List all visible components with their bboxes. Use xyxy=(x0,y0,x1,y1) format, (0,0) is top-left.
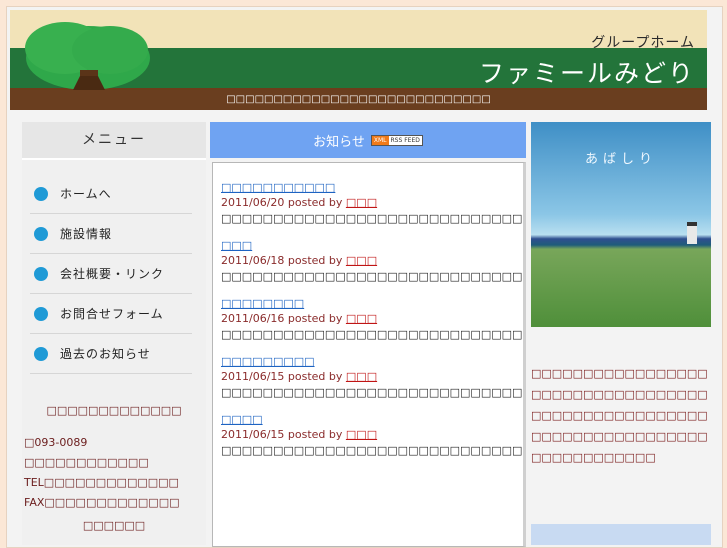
rss-feed-button[interactable]: XML RSS FEED xyxy=(370,134,423,146)
photo-description: □□□□□□□□□□□□□□□□□□□□□□□□□□□□□□□□□□□□□□□□… xyxy=(531,367,708,464)
news-posted: posted by xyxy=(287,196,343,209)
address-bottom: □□□□□□ xyxy=(82,519,146,532)
bullet-icon xyxy=(34,346,48,361)
news-meta: 2011/06/20 posted by □□□ xyxy=(221,196,515,209)
news-date: 2011/06/15 xyxy=(221,428,285,441)
rss-xml-label: XML xyxy=(371,135,389,145)
menu-item-label[interactable]: ホームへ xyxy=(60,185,112,202)
news-posted: posted by xyxy=(287,254,343,267)
news-author-link[interactable]: □□□ xyxy=(346,196,377,209)
news-title-link[interactable]: □□□□□□□□□ xyxy=(221,355,515,368)
menu-item-facility[interactable]: 施設情報 xyxy=(30,214,192,254)
menu-item-label[interactable]: お問合せフォーム xyxy=(60,305,164,322)
photo-caption: あばしり xyxy=(584,152,657,167)
address-postal: □093-0089 xyxy=(24,436,88,449)
news-list: □□□□□□□□□□□ 2011/06/20 posted by □□□ □□□… xyxy=(212,162,526,547)
address-title: □□□□□□□□□□□□□ xyxy=(46,404,182,417)
news-date: 2011/06/15 xyxy=(221,370,285,383)
site-header: グループホーム ファミールみどり xyxy=(10,10,707,90)
address-line: □□□□□□□□□□□□ xyxy=(24,456,149,469)
photo-bottom-panel xyxy=(531,524,711,545)
site-title: ファミールみどり xyxy=(478,59,695,88)
menu-heading: メニュー xyxy=(22,122,206,160)
menu-item-label[interactable]: 施設情報 xyxy=(60,225,112,242)
news-excerpt: □□□□□□□□□□□□□□□□□□□□□□□□□□□□□□□□□□□□□□□□… xyxy=(221,270,523,283)
news-posted: posted by xyxy=(287,428,343,441)
news-title-link[interactable]: □□□ xyxy=(221,239,515,252)
header-tagline: □□□□□□□□□□□□□□□□□□□□□□□□□□□□ xyxy=(10,90,707,110)
news-author-link[interactable]: □□□ xyxy=(346,370,377,383)
address-tel: TEL□□□□□□□□□□□□□ xyxy=(24,476,179,489)
menu-list: ホームへ 施設情報 会社概要・リンク お問合せフォーム 過去のお知らせ xyxy=(22,174,206,374)
news-item: □□□□□□□□□ 2011/06/15 posted by □□□ □□□□□… xyxy=(221,355,523,401)
news-author-link[interactable]: □□□ xyxy=(346,254,377,267)
news-date: 2011/06/20 xyxy=(221,196,285,209)
photo-column: あばしり □□□□□□□□□□□□□□□□□□□□□□□□□□□□□□□□□□□… xyxy=(531,122,711,545)
address-block: □093-0089 □□□□□□□□□□□□ TEL□□□□□□□□□□□□□ … xyxy=(22,433,206,513)
news-meta: 2011/06/18 posted by □□□ xyxy=(221,254,515,267)
bullet-icon xyxy=(34,266,48,281)
bullet-icon xyxy=(34,186,48,201)
news-excerpt: □□□□□□□□□□□□□□□□□□□□□□□□□□□□□□□□□□□ xyxy=(221,386,523,399)
news-meta: 2011/06/15 posted by □□□ xyxy=(221,370,515,383)
menu-item-contact[interactable]: お問合せフォーム xyxy=(30,294,192,334)
tree-logo-icon xyxy=(25,22,150,90)
news-item: □□□ 2011/06/18 posted by □□□ □□□□□□□□□□□… xyxy=(221,239,523,285)
news-header: お知らせ XML RSS FEED xyxy=(210,122,526,158)
menu-item-label[interactable]: 過去のお知らせ xyxy=(60,345,151,362)
news-title-link[interactable]: □□□□□□□□□□□ xyxy=(221,181,515,194)
news-heading: お知らせ xyxy=(313,134,365,150)
header-subtitle: グループホーム xyxy=(591,35,695,51)
menu-item-company[interactable]: 会社概要・リンク xyxy=(30,254,192,294)
news-posted: posted by xyxy=(287,370,343,383)
news-excerpt: □□□□□□□□□□□□□□□□□□□□□□□□□□□□□□□□□□□□□□□□… xyxy=(221,444,523,457)
bullet-icon xyxy=(34,226,48,241)
news-item: □□□□□□□□□□□ 2011/06/20 posted by □□□ □□□… xyxy=(221,181,523,227)
news-meta: 2011/06/16 posted by □□□ xyxy=(221,312,515,325)
news-meta: 2011/06/15 posted by □□□ xyxy=(221,428,515,441)
news-author-link[interactable]: □□□ xyxy=(346,312,377,325)
news-author-link[interactable]: □□□ xyxy=(346,428,377,441)
news-title-link[interactable]: □□□□ xyxy=(221,413,515,426)
address-fax: FAX□□□□□□□□□□□□□ xyxy=(24,496,180,509)
news-posted: posted by xyxy=(287,312,343,325)
menu-item-home[interactable]: ホームへ xyxy=(30,174,192,214)
menu-item-past-news[interactable]: 過去のお知らせ xyxy=(30,334,192,374)
lighthouse-icon xyxy=(687,222,697,244)
news-date: 2011/06/18 xyxy=(221,254,285,267)
news-column: お知らせ XML RSS FEED □□□□□□□□□□□ 2011/06/20… xyxy=(210,122,526,547)
news-excerpt: □□□□□□□□□□□□□□□□□□□□□□□□□□□□□□□□□□□□□□□□… xyxy=(221,328,523,341)
bullet-icon xyxy=(34,306,48,321)
menu-item-label[interactable]: 会社概要・リンク xyxy=(60,265,164,282)
news-date: 2011/06/16 xyxy=(221,312,285,325)
abashiri-photo: あばしり xyxy=(531,122,711,327)
news-excerpt: □□□□□□□□□□□□□□□□□□□□□□□□□□□□□□□□□□□□□□□□… xyxy=(221,212,523,225)
news-item: □□□□□□□□ 2011/06/16 posted by □□□ □□□□□□… xyxy=(221,297,523,343)
news-item: □□□□ 2011/06/15 posted by □□□ □□□□□□□□□□… xyxy=(221,413,523,459)
rss-feed-label: RSS FEED xyxy=(388,135,422,145)
sidebar-menu: メニュー ホームへ 施設情報 会社概要・リンク お問合せフォーム 過去のお知らせ… xyxy=(22,122,206,545)
news-title-link[interactable]: □□□□□□□□ xyxy=(221,297,515,310)
